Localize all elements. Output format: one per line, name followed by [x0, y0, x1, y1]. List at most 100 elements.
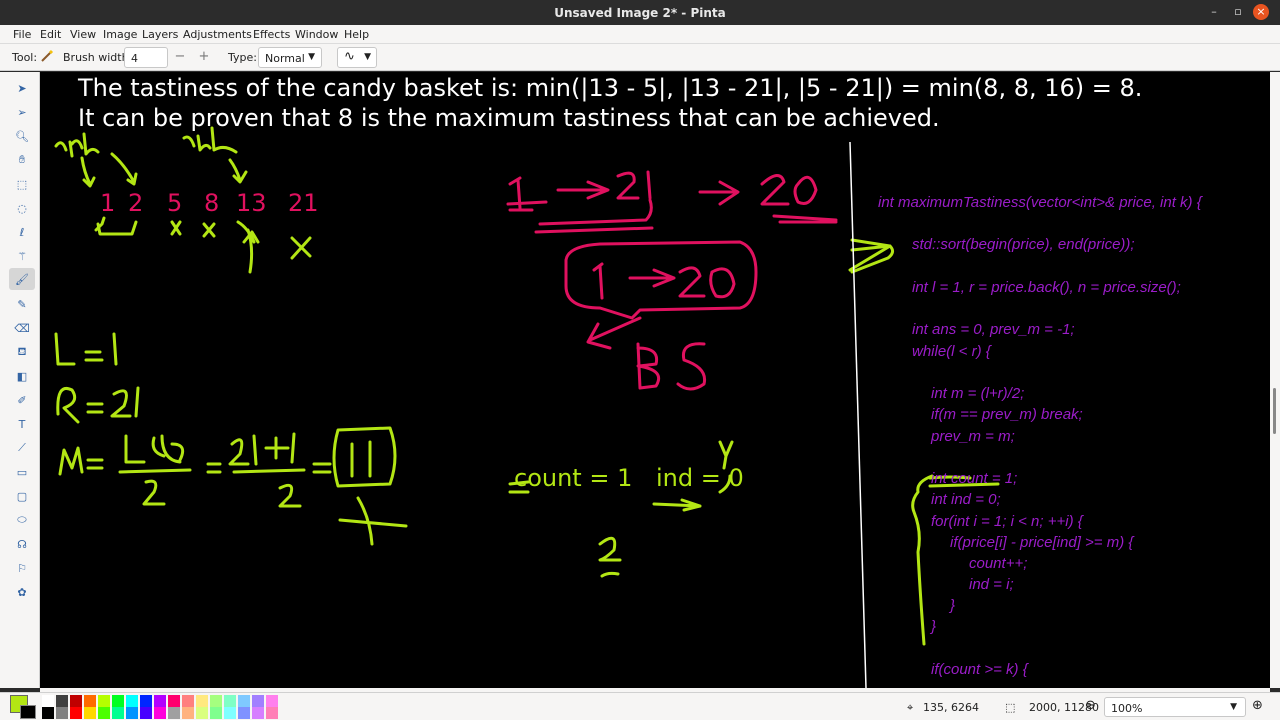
lasso-select-icon[interactable]: ℓ: [14, 224, 30, 240]
vertical-scrollbar[interactable]: [1270, 72, 1280, 688]
brush-width-decrease-button[interactable]: −: [169, 47, 191, 68]
palette-swatch[interactable]: [84, 695, 96, 707]
chevron-down-icon: ▼: [308, 52, 315, 62]
palette-swatch[interactable]: [112, 707, 124, 719]
palette-swatch[interactable]: [196, 707, 208, 719]
pink-annotations: [506, 170, 838, 391]
code-line: count++;: [969, 555, 1028, 572]
cursor-position-icon: ⌖: [907, 701, 914, 714]
code-line: if(count >= k) {: [931, 661, 1028, 678]
palette-swatch[interactable]: [168, 707, 180, 719]
brush-width-input[interactable]: 4: [124, 47, 168, 68]
palette-swatch[interactable]: [224, 695, 236, 707]
palette-swatch[interactable]: [266, 695, 278, 707]
image-canvas[interactable]: The tastiness of the candy basket is: mi…: [40, 72, 1270, 688]
close-icon[interactable]: ×: [1253, 4, 1269, 20]
menu-image[interactable]: Image: [103, 28, 137, 41]
palette-swatch[interactable]: [196, 695, 208, 707]
ellipse-select-icon[interactable]: ◌: [14, 200, 30, 216]
eraser-icon[interactable]: ⌫: [14, 320, 30, 336]
palette-swatch[interactable]: [126, 707, 138, 719]
paintbrush-icon: [40, 49, 54, 66]
palette-swatch[interactable]: [126, 695, 138, 707]
code-line: int l = 1, r = price.back(), n = price.s…: [912, 279, 1181, 296]
palette-swatch[interactable]: [182, 707, 194, 719]
palette-swatch[interactable]: [98, 695, 110, 707]
paint-bucket-icon[interactable]: ⛾: [14, 344, 30, 360]
zoom-in-icon[interactable]: ⊕: [1252, 698, 1263, 713]
zoom-icon[interactable]: 🔍︎: [14, 128, 30, 144]
menu-window[interactable]: Window: [295, 28, 338, 41]
count-text: count = 1: [514, 464, 633, 492]
menu-layers[interactable]: Layers: [142, 28, 178, 41]
clone-stamp-icon[interactable]: ⚐: [14, 560, 30, 576]
pencil-icon[interactable]: ✎: [14, 296, 30, 312]
move-selected-icon[interactable]: ➤: [14, 80, 30, 96]
menu-file[interactable]: File: [13, 28, 31, 41]
menu-adjustments[interactable]: Adjustments: [183, 28, 252, 41]
menu-view[interactable]: View: [70, 28, 96, 41]
color-picker-icon[interactable]: ✐: [14, 392, 30, 408]
palette-swatch[interactable]: [210, 695, 222, 707]
palette-swatch[interactable]: [154, 695, 166, 707]
palette-swatch[interactable]: [224, 707, 236, 719]
cursor-position: 135, 6264: [923, 701, 979, 714]
palette-swatch[interactable]: [42, 695, 54, 707]
zoom-input[interactable]: 100% ▼: [1104, 697, 1246, 717]
freeform-shape-icon[interactable]: ☊: [14, 536, 30, 552]
palette-swatch[interactable]: [70, 695, 82, 707]
rectangle-select-icon[interactable]: ⬚: [14, 176, 30, 192]
palette-swatch[interactable]: [70, 707, 82, 719]
palette-swatch[interactable]: [56, 707, 68, 719]
text-icon[interactable]: T: [14, 416, 30, 432]
paintbrush-tool-icon[interactable]: 🖌︎: [9, 268, 35, 290]
palette-swatch[interactable]: [140, 695, 152, 707]
palette-swatch[interactable]: [112, 695, 124, 707]
antialias-dropdown[interactable]: ∿ ▼: [337, 47, 377, 68]
palette-swatch[interactable]: [266, 707, 278, 719]
antialias-icon: ∿: [344, 49, 355, 64]
brush-width-increase-button[interactable]: +: [193, 47, 215, 68]
code-line: ind = i;: [969, 576, 1014, 593]
zoom-out-icon[interactable]: ⊖: [1085, 698, 1096, 713]
color-palette[interactable]: [42, 695, 336, 719]
secondary-color-swatch[interactable]: [20, 705, 36, 719]
palette-swatch[interactable]: [252, 695, 264, 707]
code-line: int ans = 0, prev_m = -1;: [912, 321, 1075, 338]
code-line: }: [931, 618, 937, 635]
menu-help[interactable]: Help: [344, 28, 369, 41]
minimize-icon[interactable]: –: [1206, 4, 1222, 20]
line-curve-icon[interactable]: ⟋: [14, 440, 30, 456]
palette-swatch[interactable]: [84, 707, 96, 719]
recolor-icon[interactable]: ✿: [14, 584, 30, 600]
gradient-icon[interactable]: ◧: [14, 368, 30, 384]
divider-line: [849, 141, 867, 688]
tool-options-bar: Tool: Brush width: 4 − + Type: Normal ▼ …: [0, 44, 1280, 71]
tool-label: Tool:: [12, 51, 38, 64]
palette-swatch[interactable]: [168, 695, 180, 707]
rounded-rectangle-icon[interactable]: ▢: [14, 488, 30, 504]
palette-swatch[interactable]: [238, 695, 250, 707]
pan-icon[interactable]: ✋︎: [14, 152, 30, 168]
palette-swatch[interactable]: [238, 707, 250, 719]
maximize-icon[interactable]: ▫: [1230, 4, 1246, 20]
move-selection-icon[interactable]: ➢: [14, 104, 30, 120]
palette-swatch[interactable]: [182, 695, 194, 707]
palette-swatch[interactable]: [56, 695, 68, 707]
array-value-1: 1: [100, 189, 116, 217]
code-line: int maximumTastiness(vector<int>& price,…: [878, 194, 1202, 211]
palette-swatch[interactable]: [98, 707, 110, 719]
menu-effects[interactable]: Effects: [253, 28, 290, 41]
magic-wand-icon[interactable]: ⚚: [14, 248, 30, 264]
palette-swatch[interactable]: [140, 707, 152, 719]
palette-swatch[interactable]: [210, 707, 222, 719]
palette-swatch[interactable]: [42, 707, 54, 719]
palette-swatch[interactable]: [154, 707, 166, 719]
rectangle-icon[interactable]: ▭: [14, 464, 30, 480]
scroll-thumb[interactable]: [1273, 388, 1276, 434]
ellipse-icon[interactable]: ⬭: [14, 512, 30, 528]
palette-swatch[interactable]: [252, 707, 264, 719]
type-dropdown[interactable]: Normal ▼: [258, 47, 322, 68]
array-value-4: 8: [204, 189, 220, 217]
menu-edit[interactable]: Edit: [40, 28, 61, 41]
